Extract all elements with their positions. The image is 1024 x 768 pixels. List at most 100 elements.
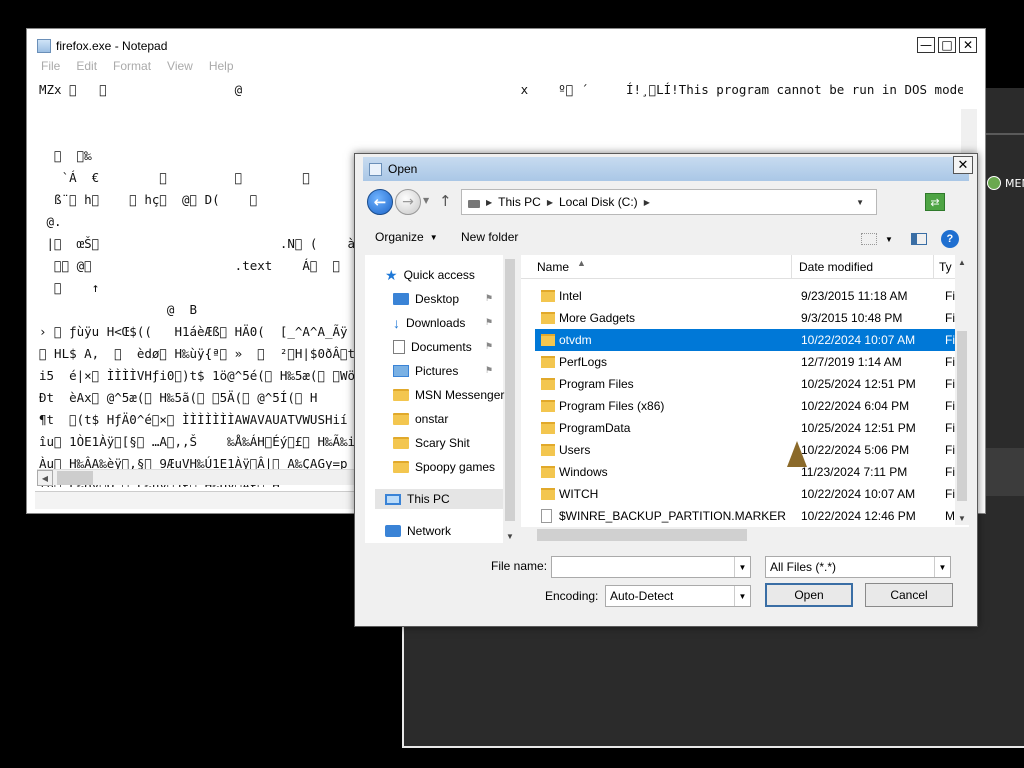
notepad-text-line [39, 123, 963, 145]
chevron-down-icon[interactable]: ▼ [734, 586, 750, 606]
file-row-witch[interactable]: WITCH 10/22/2024 10:07 AM Fi [535, 483, 955, 505]
scroll-thumb[interactable] [57, 471, 93, 485]
dialog-titlebar[interactable]: Open [363, 157, 969, 181]
notepad-app-icon [37, 39, 51, 53]
navigation-pane[interactable]: ▲ ▼ ★ Quick access Desktop ⚑ ↓ Downloads ⚑ Docu… [365, 255, 517, 543]
download-icon: ↓ [393, 315, 400, 331]
file-row-otvdm[interactable]: otvdm 10/22/2024 10:07 AM Fi [535, 329, 955, 351]
pictures-icon [393, 365, 409, 377]
forward-arrow-icon[interactable]: → [395, 189, 421, 215]
nav-item-label: Desktop [415, 292, 460, 306]
scroll-down-arrow-icon[interactable]: ▼ [955, 511, 969, 525]
scroll-thumb[interactable] [505, 259, 515, 521]
encoding-select[interactable]: Auto-Detect ▼ [605, 585, 751, 607]
pin-icon[interactable]: ⚑ [485, 341, 493, 352]
file-type: Fi [945, 487, 955, 501]
help-icon[interactable]: ? [940, 230, 959, 248]
minimize-button[interactable]: — [917, 37, 935, 53]
back-arrow-icon[interactable]: ← [367, 189, 393, 215]
scroll-up-arrow-icon[interactable]: ▲ [955, 255, 969, 269]
up-arrow-icon[interactable]: ↑ [439, 192, 452, 210]
notepad-titlebar[interactable]: firefox.exe - Notepad [27, 29, 985, 63]
file-list-horizontal-scrollbar[interactable] [521, 527, 969, 543]
maximize-button[interactable]: □ [938, 37, 956, 53]
breadcrumb-local-disk[interactable]: Local Disk (C:) [559, 195, 638, 209]
nav-item-downloads[interactable]: ↓ Downloads [393, 313, 465, 333]
file-name: Program Files (x86) [559, 399, 665, 413]
breadcrumb-chevron-icon[interactable]: ▶ [547, 198, 553, 207]
file-row-program-files-x86-[interactable]: Program Files (x86) 10/22/2024 6:04 PM Fi [535, 395, 955, 417]
new-folder-button[interactable]: New folder [461, 230, 518, 244]
file-row-program-files[interactable]: Program Files 10/25/2024 12:51 PM Fi [535, 373, 955, 395]
nav-item-pictures[interactable]: Pictures [393, 361, 458, 381]
nav-item-this-pc[interactable]: This PC [375, 489, 503, 509]
address-row: ← → ▼ ↑ ▶ This PC ▶ Local Disk (C:) ▶ ▼ … [365, 184, 965, 220]
file-row-perflogs[interactable]: PerfLogs 12/7/2019 1:14 AM Fi [535, 351, 955, 373]
scroll-thumb[interactable] [957, 331, 967, 501]
file-row-more-gadgets[interactable]: More Gadgets 9/3/2015 10:48 PM Fi [535, 307, 955, 329]
open-button[interactable]: Open [765, 583, 853, 607]
file-name: ProgramData [559, 421, 631, 435]
pin-icon[interactable]: ⚑ [485, 317, 493, 328]
address-dropdown-icon[interactable]: ▼ [856, 198, 864, 207]
nav-item-scary-shit[interactable]: Scary Shit [393, 433, 470, 453]
nav-item-label: Quick access [403, 268, 475, 282]
cancel-button[interactable]: Cancel [865, 583, 953, 607]
file-row-users[interactable]: Users 10/22/2024 5:06 PM Fi [535, 439, 955, 461]
file-row-windows[interactable]: Windows 11/23/2024 7:11 PM Fi [535, 461, 955, 483]
recent-locations-chevron-icon[interactable]: ▼ [423, 196, 429, 205]
documents-icon [393, 340, 405, 354]
column-separator[interactable] [791, 255, 792, 279]
nav-item-network[interactable]: Network [385, 521, 451, 541]
notepad-title: firefox.exe - Notepad [56, 39, 168, 53]
column-header-date-modified[interactable]: Date modified [799, 260, 873, 274]
view-options-icon[interactable] [861, 233, 877, 245]
menu-format[interactable]: Format [113, 59, 151, 73]
view-controls: ▼ ? [861, 230, 959, 248]
menu-item-icon [987, 176, 1001, 190]
pin-icon[interactable]: ⚑ [485, 293, 493, 304]
column-header-name[interactable]: Name [537, 260, 569, 274]
refresh-icon[interactable]: ⇄ [925, 193, 945, 211]
column-separator[interactable] [933, 255, 934, 279]
preview-pane-icon[interactable] [910, 233, 927, 245]
scroll-left-arrow-icon[interactable]: ◀ [37, 470, 53, 486]
menu-view[interactable]: View [167, 59, 193, 73]
file-list[interactable]: Name ▲ Date modified Ty ▲ ▼ Intel 9/23/20… [521, 255, 969, 543]
scroll-thumb[interactable] [537, 529, 747, 541]
notepad-horizontal-scrollbar[interactable]: ◀ [37, 469, 367, 486]
nav-item-msn-messenger[interactable]: MSN Messenger [393, 385, 504, 405]
menu-help[interactable]: Help [209, 59, 234, 73]
file-row--winre-backup-partition-marker[interactable]: $WINRE_BACKUP_PARTITION.MARKER 10/22/2024… [535, 505, 955, 527]
chevron-down-icon[interactable]: ▼ [734, 557, 750, 577]
nav-item-quick-access[interactable]: ★ Quick access [385, 265, 475, 285]
file-list-scrollbar[interactable]: ▲ ▼ [955, 255, 969, 525]
menu-file[interactable]: File [41, 59, 60, 73]
file-row-intel[interactable]: Intel 9/23/2015 11:18 AM Fi [535, 285, 955, 307]
nav-item-documents[interactable]: Documents [393, 337, 472, 357]
nav-item-spoopy-games[interactable]: Spoopy games [393, 457, 495, 477]
chevron-down-icon[interactable]: ▼ [934, 557, 950, 577]
scroll-down-arrow-icon[interactable]: ▼ [503, 529, 517, 543]
chevron-down-icon[interactable]: ▼ [885, 235, 893, 244]
open-dialog[interactable]: Open ✕ ← → ▼ ↑ ▶ This PC ▶ Local Disk (C… [354, 153, 978, 627]
nav-item-desktop[interactable]: Desktop [393, 289, 459, 309]
file-type-filter[interactable]: All Files (*.*) ▼ [765, 556, 951, 578]
close-button[interactable]: ✕ [959, 37, 977, 53]
breadcrumb-this-pc[interactable]: This PC [498, 195, 541, 209]
dialog-close-button[interactable]: ✕ [953, 156, 973, 174]
file-name-input[interactable]: ▼ [551, 556, 751, 578]
organize-button[interactable]: Organize ▼ [375, 230, 438, 244]
file-date: 9/23/2015 11:18 AM [801, 289, 908, 303]
pin-icon[interactable]: ⚑ [485, 365, 493, 376]
breadcrumb-chevron-icon[interactable]: ▶ [486, 198, 492, 207]
nav-item-onstar[interactable]: onstar [393, 409, 448, 429]
address-bar[interactable]: ▶ This PC ▶ Local Disk (C:) ▶ ▼ [461, 189, 877, 215]
nav-pane-scrollbar[interactable]: ▲ ▼ [503, 255, 517, 543]
breadcrumb-chevron-icon[interactable]: ▶ [644, 198, 650, 207]
file-row-programdata[interactable]: ProgramData 10/25/2024 12:51 PM Fi [535, 417, 955, 439]
column-header-type[interactable]: Ty [939, 260, 952, 274]
menu-edit[interactable]: Edit [76, 59, 97, 73]
file-type: Fi [945, 333, 955, 347]
background-menu-item[interactable]: MEN [987, 176, 1024, 190]
